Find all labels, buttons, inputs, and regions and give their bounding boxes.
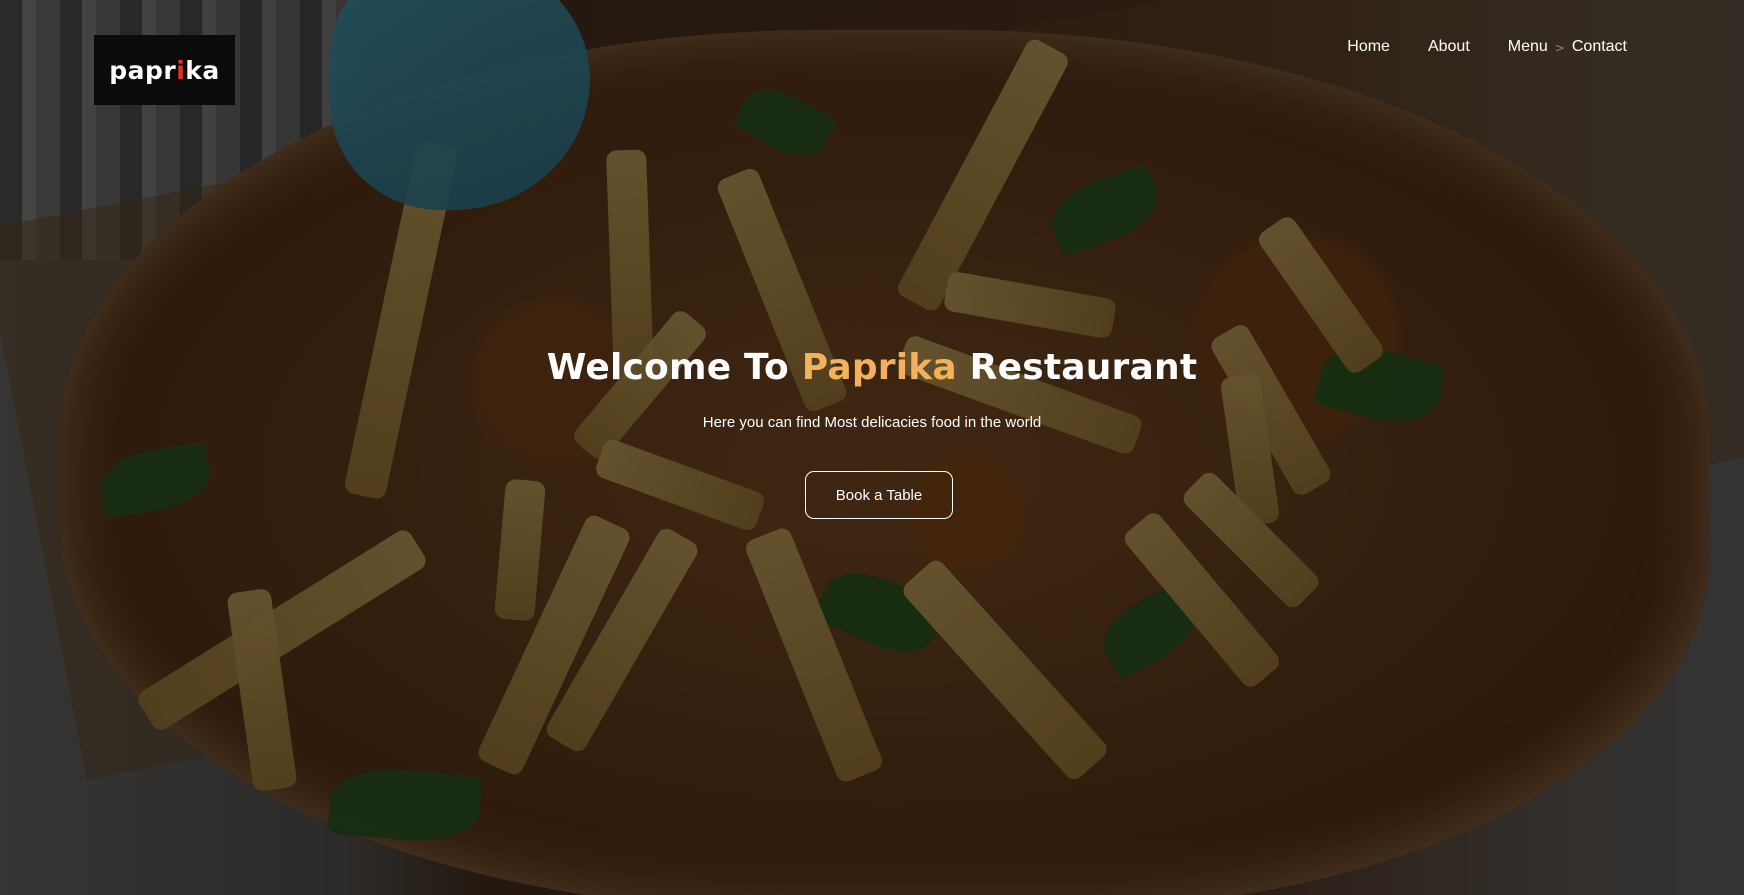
logo-wordmark: paprika — [109, 56, 220, 85]
nav-home-link[interactable]: Home — [1328, 36, 1409, 58]
logo-chili-accent: i — [176, 55, 186, 85]
paprika-logo[interactable]: paprika — [94, 35, 235, 105]
headline-brand-accent: Paprika — [801, 347, 957, 388]
hero-headline: Welcome To Paprika Restaurant — [0, 347, 1744, 388]
dark-overlay — [0, 0, 1744, 895]
nav-about-link[interactable]: About — [1409, 36, 1489, 58]
hero-section: paprika Home About Menu > Contact Welcom… — [0, 0, 1744, 895]
headline-pre-text: Welcome To — [546, 347, 789, 388]
hero-tagline: Here you can find Most delicacies food i… — [702, 414, 1042, 431]
logo-text-part1: papr — [109, 55, 177, 85]
logo-text-part2: ka — [185, 55, 220, 85]
book-a-table-button[interactable]: Book a Table — [805, 471, 953, 519]
main-navigation: Home About Menu > Contact — [1328, 36, 1646, 58]
nav-contact-link[interactable]: Contact — [1553, 36, 1646, 58]
headline-post-text: Restaurant — [969, 347, 1198, 388]
